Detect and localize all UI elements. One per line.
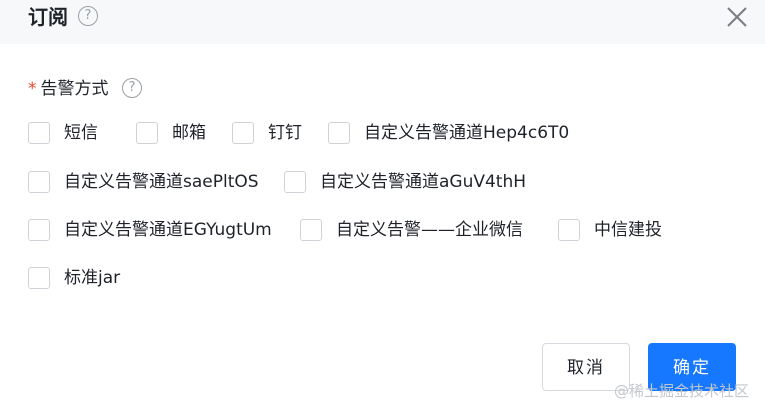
alert-method-label: * 告警方式 bbox=[28, 78, 109, 100]
option-label: 邮箱 bbox=[172, 123, 206, 143]
question-icon[interactable]: ? bbox=[78, 6, 98, 26]
required-mark: * bbox=[28, 79, 37, 99]
option-custom-aguv4thh[interactable]: 自定义告警通道aGuV4thH bbox=[284, 171, 526, 193]
option-standard-jar[interactable]: 标准jar bbox=[28, 267, 120, 289]
checkbox[interactable] bbox=[284, 171, 306, 193]
watermark: @稀土掘金技术社区 bbox=[614, 382, 750, 400]
option-label: 自定义告警通道Hep4c6T0 bbox=[364, 123, 570, 143]
option-custom-wecom[interactable]: 自定义告警——企业微信 bbox=[300, 219, 523, 241]
option-label: 短信 bbox=[64, 123, 98, 143]
question-icon[interactable]: ? bbox=[122, 78, 142, 98]
option-label: 钉钉 bbox=[268, 123, 302, 143]
option-label: 标准jar bbox=[64, 268, 121, 288]
option-label: 自定义告警通道aGuV4thH bbox=[320, 172, 527, 192]
checkbox[interactable] bbox=[136, 122, 158, 144]
option-custom-saepltos[interactable]: 自定义告警通道saePltOS bbox=[28, 171, 259, 193]
option-dingtalk[interactable]: 钉钉 bbox=[232, 122, 302, 144]
option-csc[interactable]: 中信建投 bbox=[558, 219, 662, 241]
alert-method-text: 告警方式 bbox=[40, 79, 109, 99]
option-sms[interactable]: 短信 bbox=[28, 122, 98, 144]
option-label: 自定义告警通道EGYugtUm bbox=[64, 220, 272, 240]
dialog-header: 订阅 ? bbox=[0, 0, 765, 44]
option-label: 自定义告警——企业微信 bbox=[336, 220, 523, 240]
dialog-title: 订阅 bbox=[28, 5, 68, 29]
checkbox[interactable] bbox=[300, 219, 322, 241]
option-label: 中信建投 bbox=[594, 220, 662, 240]
checkbox[interactable] bbox=[28, 171, 50, 193]
option-custom-hep4c6t0[interactable]: 自定义告警通道Hep4c6T0 bbox=[328, 122, 569, 144]
checkbox[interactable] bbox=[28, 219, 50, 241]
option-label: 自定义告警通道saePltOS bbox=[64, 172, 259, 192]
checkbox[interactable] bbox=[328, 122, 350, 144]
option-email[interactable]: 邮箱 bbox=[136, 122, 206, 144]
close-icon[interactable] bbox=[726, 6, 748, 28]
checkbox[interactable] bbox=[28, 267, 50, 289]
option-custom-egyugtum[interactable]: 自定义告警通道EGYugtUm bbox=[28, 219, 272, 241]
subscribe-dialog: 订阅 ? * 告警方式 ? 短信 邮箱 钉钉 自定义告警通道Hep4c6T0 自定… bbox=[0, 0, 765, 405]
checkbox[interactable] bbox=[28, 122, 50, 144]
checkbox[interactable] bbox=[558, 219, 580, 241]
checkbox[interactable] bbox=[232, 122, 254, 144]
